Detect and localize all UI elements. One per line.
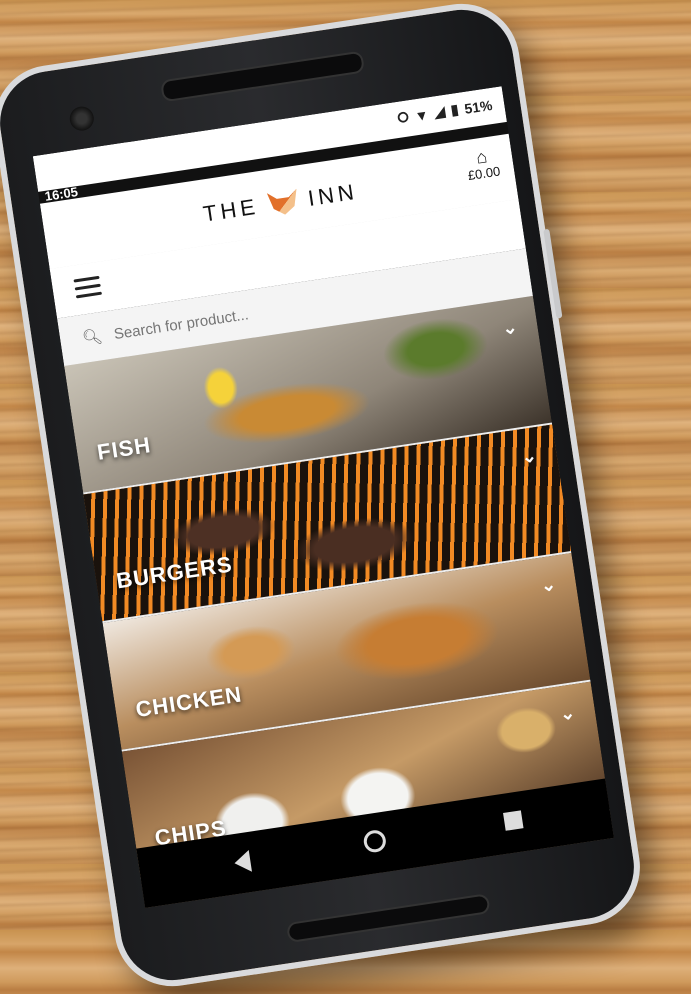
category-label: FISH [95,432,153,465]
back-icon[interactable] [232,849,252,875]
chevron-down-icon[interactable]: ⌄ [501,317,519,340]
phone-screen: ⭘ ▼ ◢ ▮ 51% 16:05 THE INN ⌂ £0.00 🔍︎ Sea… [32,86,614,908]
home-icon[interactable] [362,828,388,854]
signal-icon: ◢ [433,102,447,121]
chevron-down-icon[interactable]: ⌄ [520,445,538,468]
front-camera [68,104,96,133]
brand-logo[interactable]: THE INN [201,179,359,228]
category-label: BURGERS [114,551,235,594]
chevron-down-icon[interactable]: ⌄ [539,574,557,597]
cart-button[interactable]: ⌂ £0.00 [464,146,501,183]
top-speaker [160,50,366,103]
chevron-down-icon[interactable]: ⌄ [559,702,577,725]
fox-logo-icon [267,189,300,217]
battery-percentage: 51% [463,96,494,117]
category-label: CHICKEN [133,681,244,723]
hamburger-menu-icon[interactable] [73,275,103,300]
status-icons: ⭘ ▼ ◢ ▮ 51% [396,96,493,127]
cart-total: £0.00 [466,163,502,184]
search-icon: 🔍︎ [81,328,104,348]
recent-apps-icon[interactable] [503,810,524,831]
vibrate-icon: ⭘ [396,108,410,126]
brand-text-inn: INN [306,178,360,211]
brand-text-the: THE [201,193,261,227]
bottom-speaker [285,893,491,944]
battery-icon: ▮ [449,100,460,118]
wifi-icon: ▼ [413,105,430,124]
